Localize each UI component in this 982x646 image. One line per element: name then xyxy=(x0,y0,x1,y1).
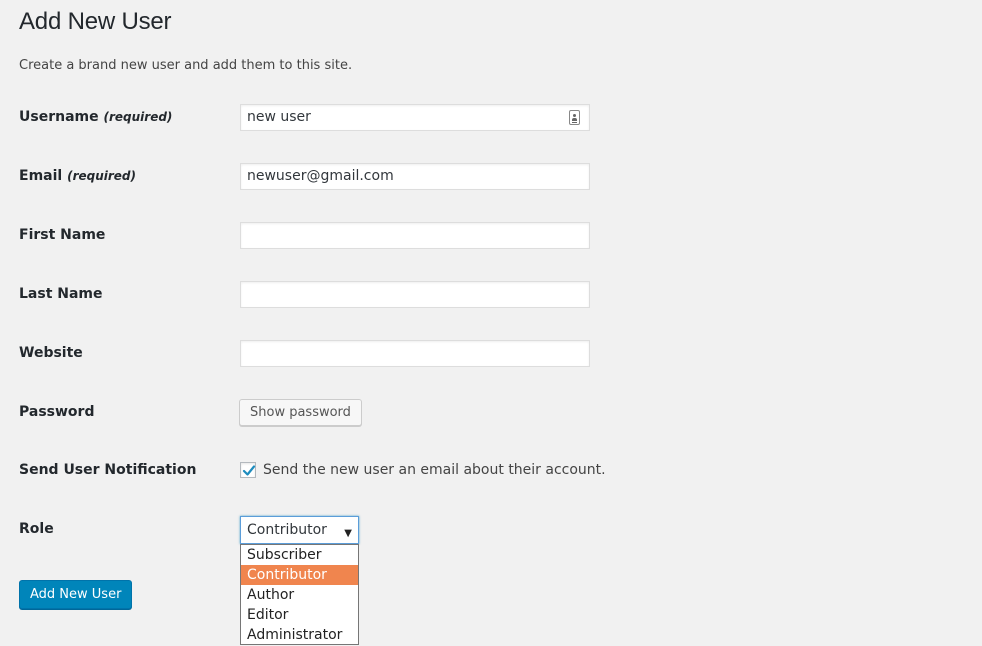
last-name-label: Last Name xyxy=(19,286,103,302)
notification-label: Send User Notification xyxy=(19,462,197,478)
first-name-label: First Name xyxy=(19,227,106,243)
website-label: Website xyxy=(19,345,83,361)
role-select-value: Contributor xyxy=(247,522,327,538)
username-label-text: Username xyxy=(19,109,99,125)
role-option-subscriber[interactable]: Subscriber xyxy=(241,545,358,565)
role-option-author[interactable]: Author xyxy=(241,585,358,605)
role-dropdown-list: Subscriber Contributor Author Editor Adm… xyxy=(240,544,359,645)
notification-checkbox-label[interactable]: Send the new user an email about their a… xyxy=(263,462,606,478)
role-option-editor[interactable]: Editor xyxy=(241,605,358,625)
email-label-text: Email xyxy=(19,168,63,184)
username-label: Username (required) xyxy=(19,109,172,125)
website-input[interactable] xyxy=(240,340,590,367)
caret-down-icon: ▼ xyxy=(344,528,352,539)
show-password-button[interactable]: Show password xyxy=(239,399,362,426)
contact-card-icon[interactable] xyxy=(569,110,580,125)
email-input-value: newuser@gmail.com xyxy=(247,168,394,184)
username-input[interactable]: new user xyxy=(240,104,590,131)
password-label: Password xyxy=(19,404,95,420)
email-required-tag: (required) xyxy=(67,169,136,183)
role-label: Role xyxy=(19,521,54,537)
role-select[interactable]: Contributor ▼ xyxy=(240,516,359,544)
username-required-tag: (required) xyxy=(103,110,173,124)
username-input-value: new user xyxy=(247,109,311,125)
checkmark-icon xyxy=(242,465,256,476)
page-title: Add New User xyxy=(19,8,172,35)
email-input[interactable]: newuser@gmail.com xyxy=(240,163,590,190)
first-name-input[interactable] xyxy=(240,222,590,249)
page-intro: Create a brand new user and add them to … xyxy=(19,58,353,73)
add-new-user-page: Add New User Create a brand new user and… xyxy=(0,0,982,646)
last-name-input[interactable] xyxy=(240,281,590,308)
add-new-user-button[interactable]: Add New User xyxy=(19,580,133,609)
role-option-contributor[interactable]: Contributor xyxy=(241,565,358,585)
role-option-administrator[interactable]: Administrator xyxy=(241,625,358,645)
notification-checkbox[interactable] xyxy=(240,462,256,478)
email-label: Email (required) xyxy=(19,168,136,184)
